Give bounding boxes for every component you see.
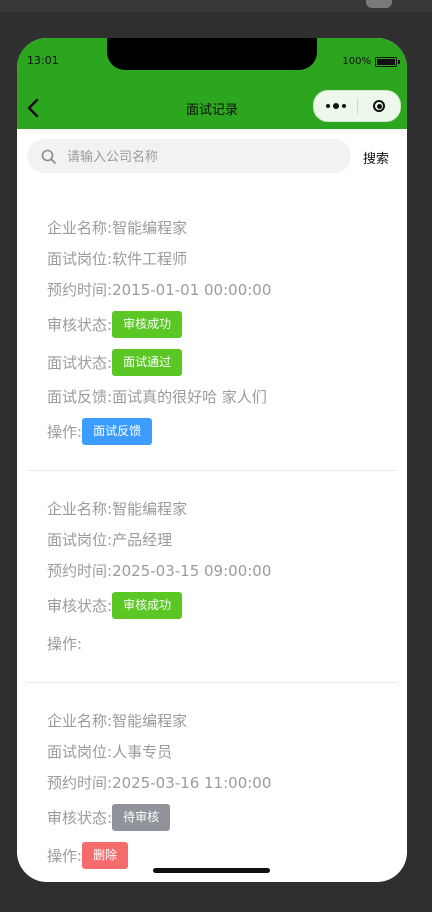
mini-program-capsule <box>313 90 401 122</box>
search-icon <box>41 149 56 164</box>
position-value: 产品经理 <box>112 531 173 549</box>
close-button[interactable] <box>358 100 400 112</box>
action-label: 操作: <box>47 422 83 441</box>
feedback-button[interactable]: 面试反馈 <box>82 417 153 445</box>
position-row: 面试岗位: 人事专员 <box>47 736 397 767</box>
status-battery: 100% <box>342 56 400 67</box>
interview-status-row: 面试状态: 面试通过 <box>47 343 397 381</box>
search-button[interactable]: 搜索 <box>363 148 389 167</box>
record-card: 企业名称: 智能编程家 面试岗位: 产品经理 预约时间: 2025-03-15 … <box>27 471 397 683</box>
phone-frame: 13:01 100% 面试记录 搜索 <box>17 38 407 882</box>
time-label: 预约时间: <box>47 562 113 580</box>
time-value: 2025-03-15 09:00:00 <box>112 561 272 580</box>
review-status-row: 审核状态: 待审核 <box>47 798 397 836</box>
time-row: 预约时间: 2025-03-16 11:00:00 <box>47 767 397 798</box>
window-tab-handle <box>366 0 392 8</box>
company-row: 企业名称: 智能编程家 <box>47 705 397 736</box>
more-dot-icon <box>325 104 330 108</box>
review-status-label: 审核状态: <box>47 315 113 334</box>
window-top-bar <box>0 0 432 12</box>
interview-record-list: 企业名称: 智能编程家 面试岗位: 软件工程师 预约时间: 2015-01-01… <box>27 190 397 882</box>
company-label: 企业名称: <box>47 500 113 518</box>
position-label: 面试岗位: <box>47 250 113 268</box>
review-status-label: 审核状态: <box>47 808 113 827</box>
feedback-value: 面试真的很好哈 家人们 <box>112 388 267 406</box>
battery-percent: 100% <box>342 56 371 67</box>
action-row: 操作: 面试反馈 <box>47 412 397 450</box>
position-label: 面试岗位: <box>47 531 113 549</box>
home-indicator <box>153 868 270 873</box>
record-card: 企业名称: 智能编程家 面试岗位: 人事专员 预约时间: 2025-03-16 … <box>27 683 397 882</box>
more-dot-icon <box>332 103 339 109</box>
status-time: 13:01 <box>27 54 59 67</box>
nav-header: 13:01 100% 面试记录 <box>17 38 407 129</box>
review-status-badge: 审核成功 <box>112 310 183 338</box>
action-label: 操作: <box>47 846 83 865</box>
company-label: 企业名称: <box>47 712 113 730</box>
review-status-row: 审核状态: 审核成功 <box>47 586 397 624</box>
company-row: 企业名称: 智能编程家 <box>47 493 397 524</box>
position-row: 面试岗位: 产品经理 <box>47 524 397 555</box>
company-label: 企业名称: <box>47 219 113 237</box>
company-value: 智能编程家 <box>112 219 188 237</box>
company-value: 智能编程家 <box>112 712 188 730</box>
company-value: 智能编程家 <box>112 500 188 518</box>
feedback-label: 面试反馈: <box>47 388 113 406</box>
time-value: 2015-01-01 00:00:00 <box>112 280 272 299</box>
time-value: 2025-03-16 11:00:00 <box>112 773 272 792</box>
close-circle-icon <box>373 100 385 112</box>
time-label: 预约时间: <box>47 281 113 299</box>
position-row: 面试岗位: 软件工程师 <box>47 243 397 274</box>
more-dot-icon <box>341 104 346 108</box>
review-status-badge: 审核成功 <box>112 591 183 619</box>
review-status-label: 审核状态: <box>47 596 113 615</box>
more-menu-button[interactable] <box>314 103 357 109</box>
battery-icon <box>375 56 400 67</box>
position-value: 软件工程师 <box>112 250 188 268</box>
action-label: 操作: <box>47 634 83 653</box>
phone-notch <box>107 38 317 70</box>
interview-status-badge: 面试通过 <box>112 348 183 376</box>
position-label: 面试岗位: <box>47 743 113 761</box>
delete-button[interactable]: 删除 <box>82 841 129 869</box>
review-status-row: 审核状态: 审核成功 <box>47 305 397 343</box>
interview-status-label: 面试状态: <box>47 353 113 372</box>
review-status-badge: 待审核 <box>112 803 171 831</box>
time-label: 预约时间: <box>47 774 113 792</box>
search-bar <box>27 139 351 175</box>
time-row: 预约时间: 2025-03-15 09:00:00 <box>47 555 397 586</box>
record-card: 企业名称: 智能编程家 面试岗位: 软件工程师 预约时间: 2015-01-01… <box>27 190 397 471</box>
action-row: 操作: <box>47 624 397 662</box>
time-row: 预约时间: 2015-01-01 00:00:00 <box>47 274 397 305</box>
feedback-row: 面试反馈: 面试真的很好哈 家人们 <box>47 381 397 412</box>
company-row: 企业名称: 智能编程家 <box>47 212 397 243</box>
position-value: 人事专员 <box>112 743 173 761</box>
search-input[interactable] <box>65 139 339 175</box>
